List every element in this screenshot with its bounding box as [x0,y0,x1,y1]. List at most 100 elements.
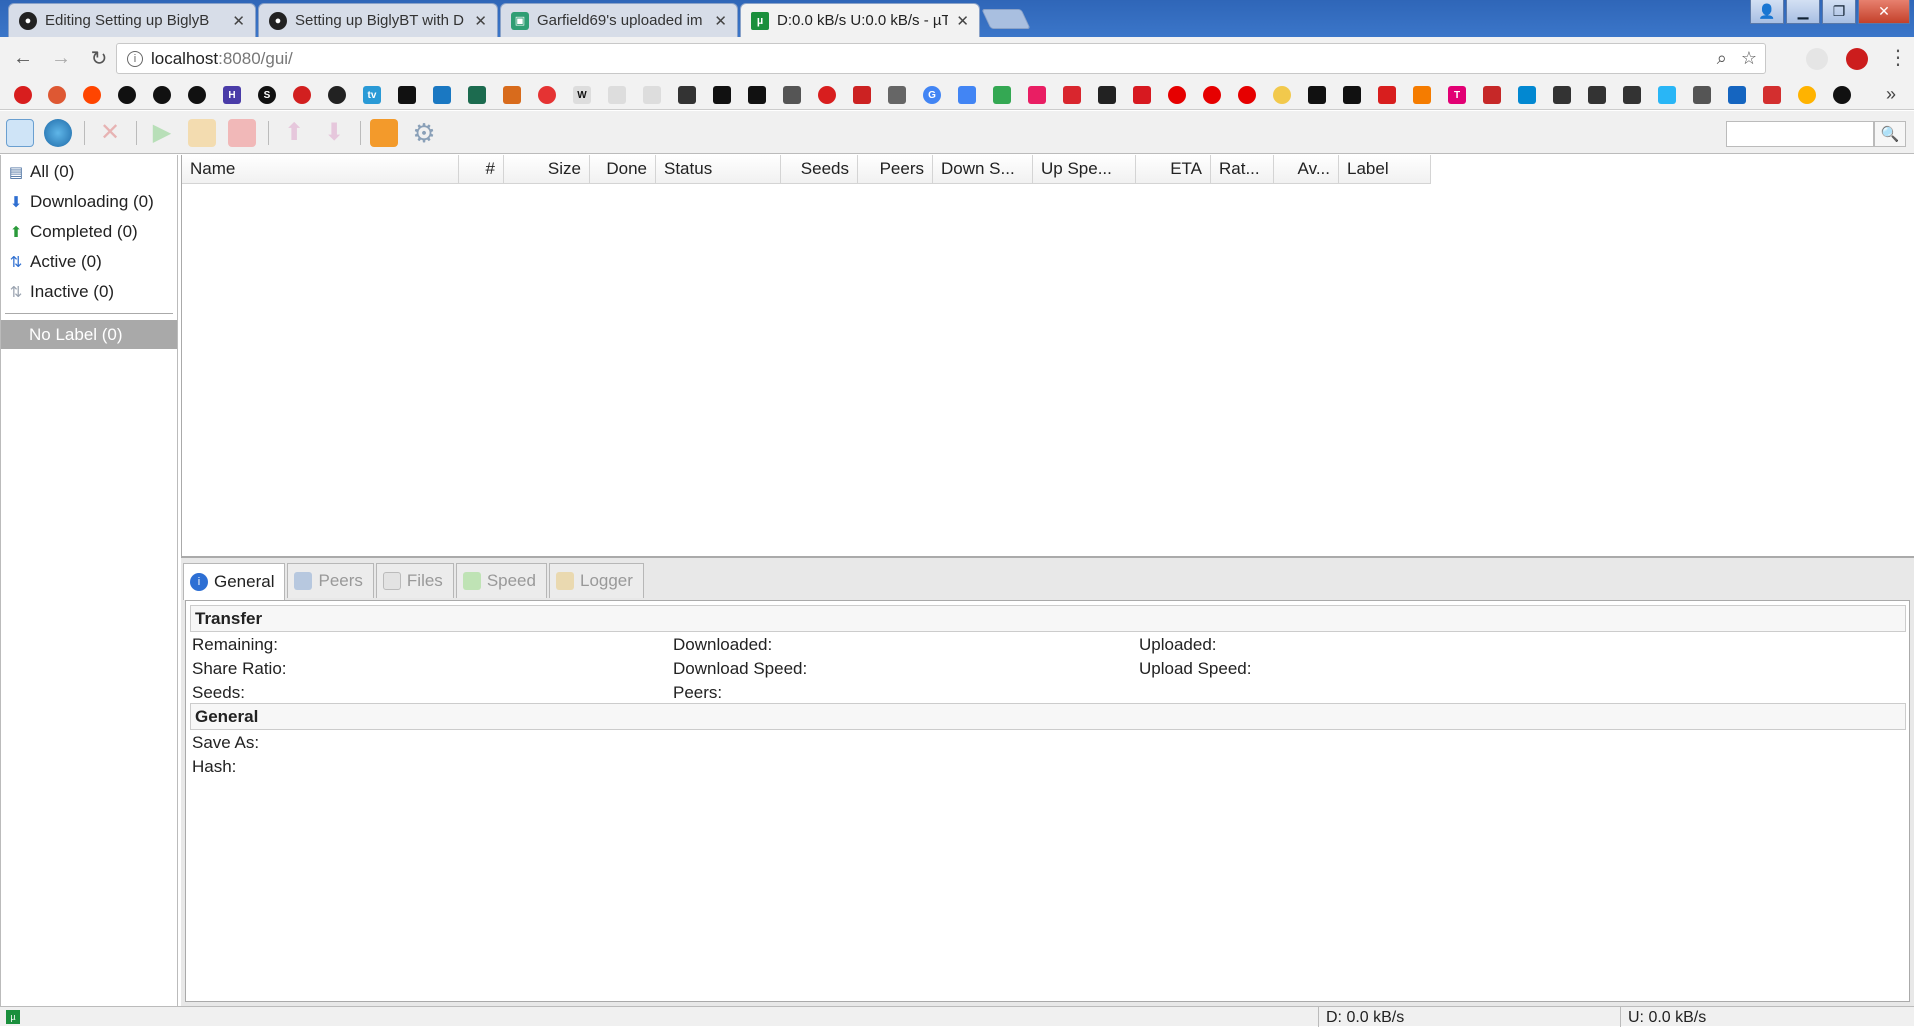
column-header-name[interactable]: Name [182,155,459,184]
column-header-status[interactable]: Status [656,155,781,184]
bookmark-icon[interactable] [1378,86,1396,104]
bookmark-icon[interactable] [1413,86,1431,104]
tab-general[interactable]: i General [183,563,286,600]
add-torrent-url-icon[interactable] [44,119,72,147]
column-header-availability[interactable]: Av... [1274,155,1339,184]
bookmark-icon[interactable] [1763,86,1781,104]
bookmark-icon[interactable] [818,86,836,104]
gear-icon[interactable]: ⚙ [410,119,438,147]
bookmark-icon[interactable] [1693,86,1711,104]
restore-button[interactable]: ❐ [1822,0,1856,24]
bookmark-icon[interactable] [1203,86,1221,104]
address-bar[interactable]: i localhost:8080/gui/ ⌕ ☆ [116,43,1766,74]
bookmark-icon[interactable] [48,86,66,104]
bookmark-icon[interactable] [398,86,416,104]
bookmark-icon[interactable] [1098,86,1116,104]
bookmark-icon[interactable] [503,86,521,104]
bookmark-icon[interactable] [1343,86,1361,104]
column-header-seeds[interactable]: Seeds [781,155,858,184]
github-icon[interactable] [153,86,171,104]
sidebar-item-downloading[interactable]: ⬇ Downloading (0) [1,187,177,217]
sidebar-item-no-label[interactable]: No Label (0) [1,320,177,349]
column-header-queue[interactable]: # [459,155,504,184]
bookmark-icon[interactable] [713,86,731,104]
column-header-label[interactable]: Label [1339,155,1431,184]
start-icon[interactable]: ▶ [148,119,176,147]
bookmark-icon[interactable]: W [573,86,591,104]
bookmark-icon[interactable] [328,86,346,104]
bookmark-icon[interactable] [993,86,1011,104]
tab-close-icon[interactable]: ✕ [956,12,969,30]
tab-close-icon[interactable]: ✕ [232,12,245,30]
browser-tab-3[interactable]: ▣ Garfield69's uploaded im ✕ [500,3,738,37]
bookmark-icon[interactable]: tv [363,86,381,104]
bookmark-icon[interactable] [958,86,976,104]
tab-peers[interactable]: Peers [287,563,374,598]
queue-down-icon[interactable]: ⬇ [320,119,348,147]
bookmarks-overflow-icon[interactable]: » [1886,84,1896,105]
bookmark-icon[interactable] [1168,86,1186,104]
search-input[interactable] [1726,121,1874,147]
back-icon[interactable]: ← [8,47,38,70]
tab-files[interactable]: Files [375,563,454,598]
bookmark-icon[interactable] [468,86,486,104]
bookmark-icon[interactable] [1133,86,1151,104]
column-header-done[interactable]: Done [590,155,656,184]
bookmark-icon[interactable] [608,86,626,104]
site-info-icon[interactable]: i [127,50,143,67]
sidebar-item-all[interactable]: ▤ All (0) [1,157,177,187]
bookmark-icon[interactable] [888,86,906,104]
stop-icon[interactable] [228,119,256,147]
torrent-list[interactable]: Name # Size Done Status Seeds Peers Down… [181,155,1914,558]
bookmark-icon[interactable] [1658,86,1676,104]
add-torrent-icon[interactable] [6,119,34,147]
close-window-button[interactable]: ✕ [1858,0,1910,24]
tab-close-icon[interactable]: ✕ [474,12,487,30]
bookmark-icon[interactable] [14,86,32,104]
bookmark-icon[interactable]: S [258,86,276,104]
bookmark-icon[interactable] [538,86,556,104]
bookmark-icon[interactable] [748,86,766,104]
browser-tab-1[interactable]: ● Editing Setting up BiglyB ✕ [8,3,256,37]
bookmark-icon[interactable] [1588,86,1606,104]
column-header-eta[interactable]: ETA [1136,155,1211,184]
browser-tab-4-active[interactable]: µ D:0.0 kB/s U:0.0 kB/s - µT ✕ [740,3,980,37]
bookmark-icon[interactable] [1238,86,1256,104]
rss-icon[interactable] [370,119,398,147]
forward-icon[interactable]: → [46,47,76,70]
column-header-down-speed[interactable]: Down S... [933,155,1033,184]
github-icon[interactable] [188,86,206,104]
bookmark-icon[interactable] [678,86,696,104]
user-profile-icon[interactable]: 👤 [1750,0,1784,24]
bookmark-icon[interactable] [1028,86,1046,104]
browser-tab-2[interactable]: ● Setting up BiglyBT with D ✕ [258,3,498,37]
bookmark-icon[interactable] [853,86,871,104]
search-icon[interactable]: 🔍 [1874,121,1906,147]
menu-kebab-icon[interactable]: ⋮ [1888,45,1908,70]
sidebar-item-active[interactable]: ⇅ Active (0) [1,247,177,277]
queue-up-icon[interactable]: ⬆ [280,119,308,147]
bookmark-icon[interactable] [1553,86,1571,104]
column-header-size[interactable]: Size [504,155,590,184]
bookmark-icon[interactable] [1063,86,1081,104]
bookmark-icon[interactable] [1483,86,1501,104]
bookmark-icon[interactable] [1798,86,1816,104]
bookmark-icon[interactable] [433,86,451,104]
bookmark-icon[interactable] [1833,86,1851,104]
pause-icon[interactable] [188,119,216,147]
sidebar-item-completed[interactable]: ⬆ Completed (0) [1,217,177,247]
tab-close-icon[interactable]: ✕ [714,12,727,30]
bookmark-icon[interactable] [293,86,311,104]
extension-puzzle-icon[interactable] [1806,48,1828,70]
column-header-ratio[interactable]: Rat... [1211,155,1274,184]
tab-speed[interactable]: Speed [455,563,547,598]
bookmark-icon[interactable] [783,86,801,104]
remove-icon[interactable]: ✕ [96,119,124,147]
bookmark-icon[interactable] [1623,86,1641,104]
column-header-peers[interactable]: Peers [858,155,933,184]
bookmark-icon[interactable] [83,86,101,104]
new-tab-button[interactable] [981,9,1031,29]
tab-logger[interactable]: Logger [548,563,644,598]
bookmark-icon[interactable] [1273,86,1291,104]
minimize-button[interactable]: ▁ [1786,0,1820,24]
